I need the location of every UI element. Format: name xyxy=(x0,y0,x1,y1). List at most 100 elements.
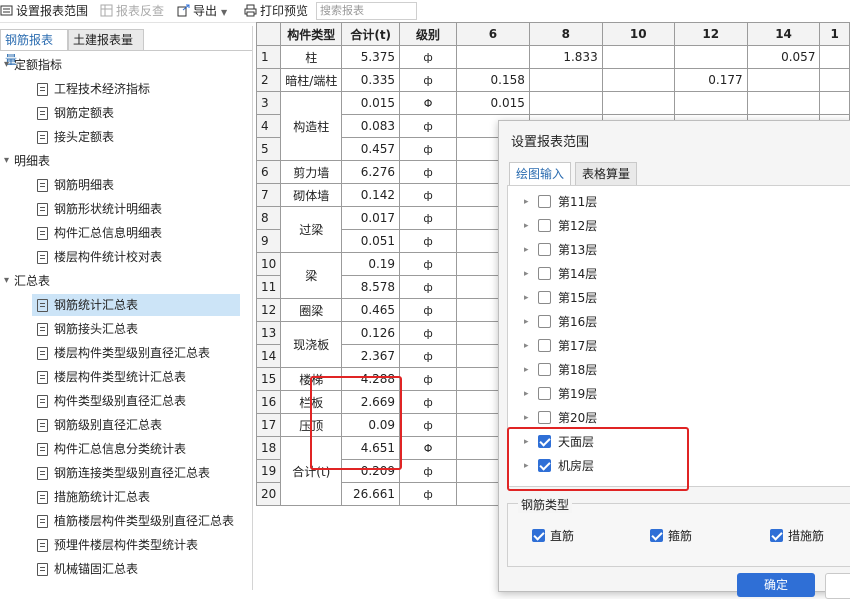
tree-item[interactable]: 构件汇总信息分类统计表 xyxy=(32,438,240,460)
grade-cell[interactable]: ф xyxy=(399,206,458,230)
row-number[interactable]: 15 xyxy=(255,367,282,391)
ok-button[interactable]: 确定 xyxy=(737,573,815,597)
grade-cell[interactable]: ф xyxy=(399,183,458,207)
tree-item[interactable]: 钢筋连接类型级别直径汇总表 xyxy=(32,462,240,484)
tree-item[interactable]: 钢筋定额表 xyxy=(32,102,240,124)
row-number[interactable]: 1 xyxy=(255,45,282,69)
tree-item[interactable]: 植筋楼层构件类型级别直径汇总表 xyxy=(32,510,240,532)
chevron-right-icon[interactable]: ▸ xyxy=(524,358,529,382)
component-type-cell[interactable]: 圈梁 xyxy=(280,298,343,322)
component-type-cell[interactable]: 柱 xyxy=(280,45,343,69)
set-report-range-button[interactable]: 设置报表范围 xyxy=(0,3,88,19)
diameter-cell[interactable]: 0.057 xyxy=(746,45,821,69)
checkbox-measure[interactable] xyxy=(770,529,783,542)
chevron-down-icon[interactable]: ▾ xyxy=(4,54,14,76)
floor-checkbox[interactable] xyxy=(538,315,551,328)
grade-cell[interactable]: ф xyxy=(399,229,458,253)
tree-item[interactable]: 接头定额表 xyxy=(32,126,240,148)
grade-cell[interactable]: ф xyxy=(399,344,458,368)
diameter-cell[interactable] xyxy=(746,68,821,92)
row-number[interactable]: 19 xyxy=(255,459,282,483)
tree-item[interactable]: 钢筋级别直径汇总表 xyxy=(32,414,240,436)
diameter-cell[interactable] xyxy=(673,91,748,115)
diameter-cell[interactable]: 1.833 xyxy=(528,45,603,69)
grade-cell[interactable]: ф xyxy=(399,298,458,322)
chevron-right-icon[interactable]: ▸ xyxy=(524,334,529,358)
total-cell[interactable]: 0.19 xyxy=(341,252,401,276)
diameter-cell[interactable]: 0.015 xyxy=(456,91,530,115)
row-number[interactable]: 8 xyxy=(255,206,282,230)
column-header[interactable]: 合计(t) xyxy=(341,22,401,46)
chevron-down-icon[interactable]: ▾ xyxy=(4,150,14,172)
tree-item[interactable]: 预埋件楼层构件类型统计表 xyxy=(32,534,240,556)
floor-item[interactable]: ▸ 第11层 xyxy=(508,190,848,214)
total-cell[interactable]: 2.367 xyxy=(341,344,401,368)
chevron-right-icon[interactable]: ▸ xyxy=(524,310,529,334)
floor-checkbox[interactable] xyxy=(538,291,551,304)
grade-cell[interactable]: ф xyxy=(399,321,458,345)
diameter-cell[interactable] xyxy=(528,91,603,115)
grade-cell[interactable]: Φ xyxy=(399,91,458,115)
print-preview-button[interactable]: 打印预览 xyxy=(244,3,308,19)
grade-cell[interactable]: ф xyxy=(399,413,458,437)
tree-item[interactable]: 钢筋统计汇总表 xyxy=(32,294,240,316)
grade-cell[interactable]: ф xyxy=(399,252,458,276)
total-cell[interactable]: 26.661 xyxy=(341,482,401,506)
row-number[interactable]: 10 xyxy=(255,252,282,276)
checkbox-stirrup[interactable] xyxy=(650,529,663,542)
row-number[interactable]: 18 xyxy=(255,436,282,460)
diameter-cell[interactable]: 0.177 xyxy=(673,68,748,92)
total-cell[interactable]: 0.465 xyxy=(341,298,401,322)
search-input[interactable]: 搜索报表 xyxy=(316,2,417,20)
diameter-cell[interactable] xyxy=(601,68,675,92)
component-type-cell[interactable]: 暗柱/端柱 xyxy=(280,68,343,92)
tree-item[interactable]: 楼层构件类型统计汇总表 xyxy=(32,366,240,388)
diameter-cell[interactable]: 0.158 xyxy=(456,68,530,92)
floor-checkbox[interactable] xyxy=(538,243,551,256)
total-cell[interactable]: 0.142 xyxy=(341,183,401,207)
total-cell[interactable]: 0.051 xyxy=(341,229,401,253)
row-number[interactable]: 11 xyxy=(255,275,282,299)
tree-item[interactable]: 构件类型级别直径汇总表 xyxy=(32,390,240,412)
cancel-button[interactable] xyxy=(825,573,850,599)
grade-cell[interactable]: ф xyxy=(399,275,458,299)
grade-cell[interactable]: ф xyxy=(399,137,458,161)
column-header[interactable]: 1 xyxy=(819,22,850,46)
row-number[interactable]: 14 xyxy=(255,344,282,368)
total-cell[interactable]: 0.457 xyxy=(341,137,401,161)
row-number[interactable]: 7 xyxy=(255,183,282,207)
component-type-cell[interactable]: 现浇板 xyxy=(280,321,343,368)
floor-checkbox[interactable] xyxy=(538,267,551,280)
column-header[interactable]: 6 xyxy=(456,22,530,46)
row-number[interactable]: 12 xyxy=(255,298,282,322)
total-cell[interactable]: 8.578 xyxy=(341,275,401,299)
diameter-cell[interactable] xyxy=(746,91,821,115)
chevron-right-icon[interactable]: ▸ xyxy=(524,382,529,406)
tree-item[interactable]: 措施筋统计汇总表 xyxy=(32,486,240,508)
diameter-cell[interactable] xyxy=(673,45,748,69)
diameter-cell[interactable] xyxy=(528,68,603,92)
diameter-cell[interactable] xyxy=(601,91,675,115)
diameter-cell[interactable] xyxy=(601,45,675,69)
column-header[interactable]: 12 xyxy=(673,22,748,46)
total-cell[interactable]: 0.335 xyxy=(341,68,401,92)
column-header[interactable]: 构件类型 xyxy=(280,22,343,46)
diameter-cell[interactable] xyxy=(819,45,850,69)
row-number[interactable]: 6 xyxy=(255,160,282,184)
tree-group[interactable]: ▾ 明细表 xyxy=(0,150,250,172)
total-cell[interactable]: 0.015 xyxy=(341,91,401,115)
diameter-cell[interactable] xyxy=(819,68,850,92)
row-number[interactable]: 16 xyxy=(255,390,282,414)
floor-item[interactable]: ▸ 第14层 xyxy=(508,262,848,286)
tree-group[interactable]: ▾ 汇总表 xyxy=(0,270,250,292)
grade-cell[interactable]: ф xyxy=(399,114,458,138)
component-type-cell[interactable]: 砌体墙 xyxy=(280,183,343,207)
tree-item[interactable]: 钢筋明细表 xyxy=(32,174,240,196)
total-cell[interactable]: 0.017 xyxy=(341,206,401,230)
row-number[interactable]: 17 xyxy=(255,413,282,437)
grade-cell[interactable]: ф xyxy=(399,390,458,414)
floor-item[interactable]: ▸ 第13层 xyxy=(508,238,848,262)
floor-item[interactable]: ▸ 第16层 xyxy=(508,310,848,334)
total-cell[interactable]: 5.375 xyxy=(341,45,401,69)
export-button[interactable]: 导出 ▼ xyxy=(177,3,227,19)
